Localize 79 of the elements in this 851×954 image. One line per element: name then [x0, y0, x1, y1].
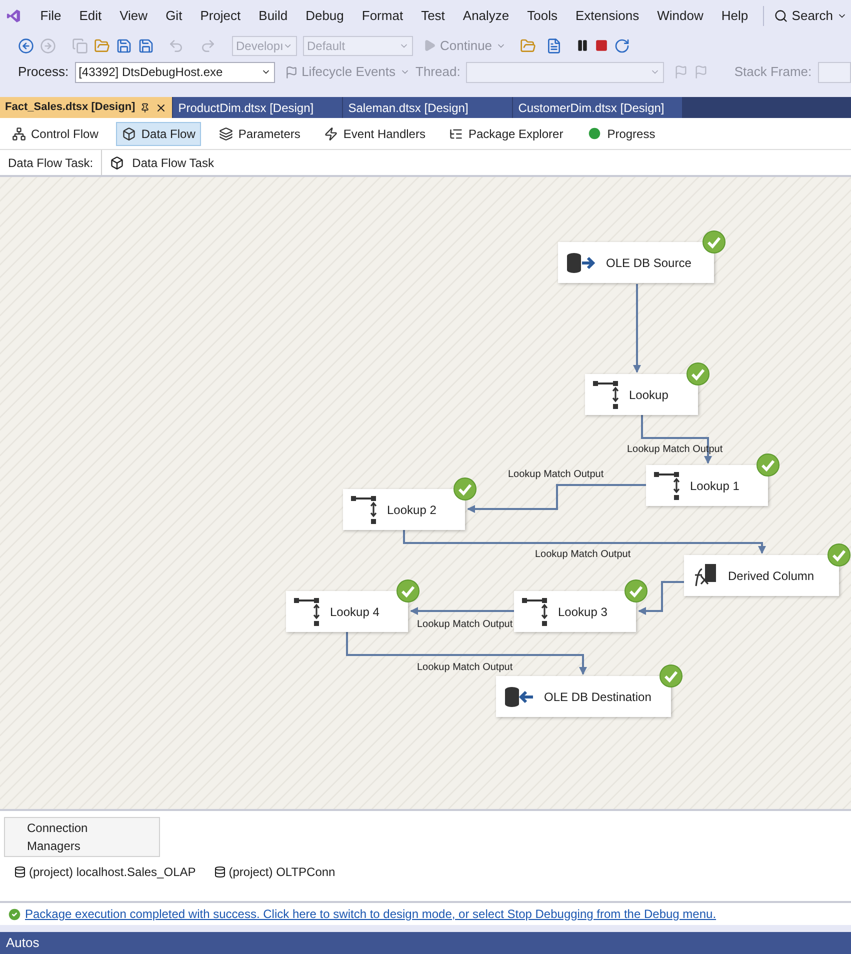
component-node[interactable]: OLE DB Source — [558, 242, 714, 283]
thread-label: Thread: — [416, 63, 460, 82]
menu-item[interactable]: File — [31, 6, 70, 26]
folder-icon[interactable] — [94, 38, 110, 54]
lookup-icon — [593, 380, 619, 408]
component-node[interactable]: Lookup — [585, 374, 698, 415]
node-label: Lookup 1 — [690, 478, 740, 494]
node-label: Lookup 3 — [558, 604, 608, 620]
lookup-icon — [351, 496, 377, 524]
search-icon — [774, 9, 788, 23]
menu-item[interactable]: Tools — [518, 6, 567, 26]
component-node[interactable]: Derived Column — [684, 555, 839, 596]
document-tab[interactable]: ProductDim.dtsx [Design] — [172, 97, 342, 118]
menu-item[interactable]: Project — [191, 6, 250, 26]
close-icon[interactable] — [155, 102, 168, 114]
stack-frame-label: Stack Frame: — [734, 63, 812, 82]
parameters-icon — [219, 126, 234, 140]
database-arrow-icon — [504, 686, 534, 708]
save-all-icon[interactable] — [138, 38, 154, 54]
menu-item[interactable]: Test — [412, 6, 454, 26]
menu-item[interactable]: Debug — [296, 6, 353, 26]
menu-item[interactable]: Build — [250, 6, 297, 26]
menu-item[interactable]: Git — [156, 6, 192, 26]
menu-item[interactable]: Edit — [70, 6, 111, 26]
database-arrow-icon — [566, 252, 596, 274]
process-label: Process: — [18, 63, 69, 82]
menu-item[interactable]: Window — [648, 6, 712, 26]
designer-tab[interactable]: Package Explorer — [443, 122, 570, 146]
lookup-icon — [654, 472, 680, 500]
document-tab[interactable]: Saleman.dtsx [Design] — [342, 97, 512, 118]
restart-icon[interactable] — [614, 38, 630, 54]
component-node[interactable]: Lookup 3 — [514, 591, 636, 632]
connection-managers-tab[interactable]: Connection Managers — [4, 817, 160, 857]
panel-title[interactable]: Autos — [6, 933, 40, 953]
search-button[interactable]: Search — [770, 6, 851, 26]
node-label: OLE DB Destination — [544, 688, 652, 706]
lightning-icon — [324, 126, 338, 140]
flag-icon — [284, 66, 298, 78]
tree-icon — [449, 126, 464, 140]
menu-item[interactable]: Extensions — [566, 6, 648, 26]
lookup-icon — [294, 598, 320, 626]
connector-label: Lookup Match Output — [417, 661, 513, 675]
document-tab[interactable]: CustomerDim.dtsx [Design] — [512, 97, 682, 118]
node-label: Lookup — [629, 386, 668, 404]
component-node[interactable]: Lookup 4 — [286, 591, 408, 632]
node-label: OLE DB Source — [606, 254, 692, 272]
node-label: Lookup 4 — [330, 604, 380, 620]
connector-label: Lookup Match Output — [417, 618, 513, 632]
folder-search-icon[interactable] — [520, 38, 536, 54]
menu-item[interactable]: Analyze — [454, 6, 518, 26]
back-icon[interactable] — [18, 38, 34, 54]
designer-tab[interactable]: Data Flow — [116, 122, 202, 146]
connector-label: Lookup Match Output — [535, 548, 631, 562]
pause-icon[interactable] — [576, 39, 590, 52]
task-label: Data Flow Task: — [7, 154, 94, 172]
formula-icon — [692, 564, 718, 588]
pin-icon[interactable] — [140, 102, 150, 112]
component-node[interactable]: OLE DB Destination — [496, 676, 671, 717]
process-dropdown[interactable]: [43392] DtsDebugHost.exe — [74, 62, 275, 82]
save-icon[interactable] — [116, 38, 132, 54]
document-tab[interactable]: Fact_Sales.dtsx [Design] — [0, 97, 172, 118]
connection-item[interactable]: (project) localhost.Sales_OLAP — [14, 863, 196, 881]
component-node[interactable]: Lookup 1 — [646, 465, 768, 506]
menu-item[interactable]: Help — [712, 6, 758, 26]
designer-tab[interactable]: Progress — [581, 122, 662, 146]
component-node[interactable]: Lookup 2 — [343, 489, 465, 530]
node-label: Derived Column — [728, 568, 814, 584]
flow-icon — [12, 126, 26, 140]
connection-item[interactable]: (project) OLTPConn — [214, 863, 336, 881]
connector-label: Lookup Match Output — [508, 468, 604, 482]
designer-tab[interactable]: Event Handlers — [318, 122, 432, 146]
menu-item[interactable]: Format — [352, 6, 412, 26]
menu-item[interactable]: View — [110, 6, 157, 26]
stop-icon[interactable] — [595, 39, 608, 52]
success-icon — [7, 906, 22, 922]
designer-tab[interactable]: Parameters — [213, 122, 306, 146]
node-label: Lookup 2 — [387, 502, 436, 518]
lookup-icon — [522, 598, 548, 626]
designer-tab[interactable]: Control Flow — [6, 122, 104, 146]
